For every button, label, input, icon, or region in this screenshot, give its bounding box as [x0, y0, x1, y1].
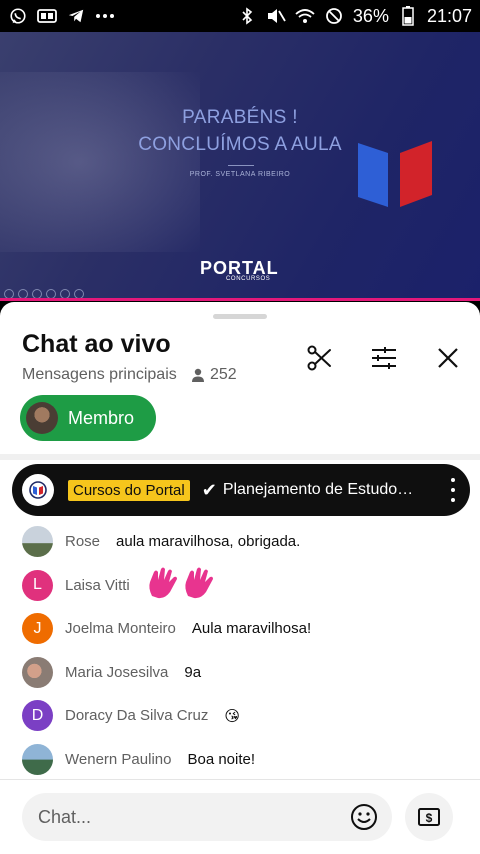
clock: 21:07 [426, 5, 472, 26]
chat-message[interactable]: D Doracy Da Silva Cruz 😘 [0, 694, 480, 738]
chat-message[interactable]: Rose aula maravilhosa, obrigada. [0, 520, 480, 564]
chat-message[interactable]: J Joelma Monteiro Aula maravilhosa! [0, 607, 480, 651]
close-button[interactable] [430, 340, 466, 376]
scissors-icon [307, 345, 331, 371]
chat-mode-dropdown[interactable]: Mensagens principais [22, 366, 177, 384]
filter-button[interactable] [366, 340, 402, 376]
more-vert-icon[interactable] [450, 478, 456, 502]
bluetooth-icon [237, 6, 257, 26]
message-author: Wenern Paulino [65, 750, 172, 768]
input-divider [0, 779, 480, 780]
user-avatar: D [22, 700, 53, 732]
status-left [8, 6, 115, 26]
member-avatar [26, 402, 58, 434]
message-author: Maria Josesilva [65, 663, 169, 681]
user-avatar: J [22, 613, 53, 645]
sliders-icon [372, 347, 396, 369]
member-button[interactable]: Membro [20, 395, 156, 441]
message-text: Boa noite! [187, 750, 256, 768]
live-chat-sheet: Chat ao vivo Mensagens principais 252 Me… [0, 302, 480, 854]
message-text: 😘 [224, 707, 241, 725]
battery-icon [398, 6, 418, 26]
smiley-icon [351, 804, 377, 830]
slide-divider [228, 165, 254, 166]
slide-professor: PROF. SVETLANA RIBEIRO [189, 171, 291, 178]
user-avatar: L [22, 569, 53, 601]
pinned-message[interactable]: Cursos do Portal ✔ Planejamento de Estud… [12, 464, 470, 516]
chat-input[interactable] [22, 793, 392, 841]
no-disturb-icon [324, 6, 344, 26]
section-divider [0, 454, 480, 460]
telegram-icon [66, 6, 86, 26]
checkmark-icon: ✔ [201, 479, 217, 500]
slide-title: PARABÉNS ! CONCLUÍMOS A AULA [120, 104, 360, 158]
super-chat-button[interactable]: $ [405, 793, 453, 841]
chat-message[interactable]: Wenern Paulino Boa noite! [0, 738, 480, 782]
message-text [146, 566, 220, 604]
more-dots-icon [95, 6, 115, 26]
person-icon [192, 368, 204, 382]
slide-title-line1: PARABÉNS ! [182, 107, 298, 128]
portal-emblem-icon [358, 141, 432, 207]
chat-message[interactable]: L Laisa Vitti [0, 564, 480, 608]
message-author: Joelma Monteiro [65, 620, 176, 638]
user-avatar [22, 743, 53, 775]
message-text: Aula maravilhosa! [191, 620, 312, 638]
message-text: aula maravilhosa, obrigada. [116, 533, 301, 551]
mute-icon [266, 6, 286, 26]
pinned-text: Planejamento de Estudo… [222, 481, 414, 498]
battery-percent: 36% [352, 5, 389, 26]
waving-hands-icon [149, 567, 213, 599]
status-right: 36% 21:07 [237, 6, 472, 27]
viewer-count: 252 [190, 366, 237, 384]
svg-text:$: $ [426, 811, 433, 825]
wifi-icon [295, 6, 315, 26]
status-bar: 36% 21:07 [0, 0, 480, 32]
portal-logo-icon [29, 481, 47, 499]
portal-logo-sub: CONCURSOS [226, 276, 271, 282]
emoji-button[interactable] [349, 802, 379, 832]
clip-button[interactable] [302, 340, 338, 376]
member-button-label: Membro [68, 407, 135, 428]
video-haze [0, 72, 200, 252]
message-author: Rose [65, 533, 101, 551]
user-avatar [22, 526, 53, 558]
channel-badge[interactable]: Cursos do Portal [68, 479, 190, 501]
super-chat-icon: $ [418, 808, 440, 826]
rec-icon [37, 6, 57, 26]
video-progress-bar[interactable] [0, 298, 480, 301]
slide-title-line2: CONCLUÍMOS A AULA [138, 134, 342, 155]
drag-handle[interactable] [213, 314, 267, 319]
message-author: Doracy Da Silva Cruz [65, 707, 209, 725]
chat-message[interactable]: Maria Josesilva 9a [0, 651, 480, 695]
message-text: 9a [184, 663, 202, 681]
chat-title: Chat ao vivo [22, 330, 171, 358]
whatsapp-icon [8, 6, 28, 26]
message-list: Rose aula maravilhosa, obrigada. L Laisa… [0, 520, 480, 781]
channel-avatar [22, 474, 54, 506]
message-author: Laisa Vitti [65, 576, 130, 594]
viewer-count-value: 252 [210, 366, 237, 383]
video-player[interactable]: PARABÉNS ! CONCLUÍMOS A AULA PROF. SVETL… [0, 32, 480, 300]
user-avatar [22, 656, 53, 688]
close-icon [438, 348, 458, 368]
